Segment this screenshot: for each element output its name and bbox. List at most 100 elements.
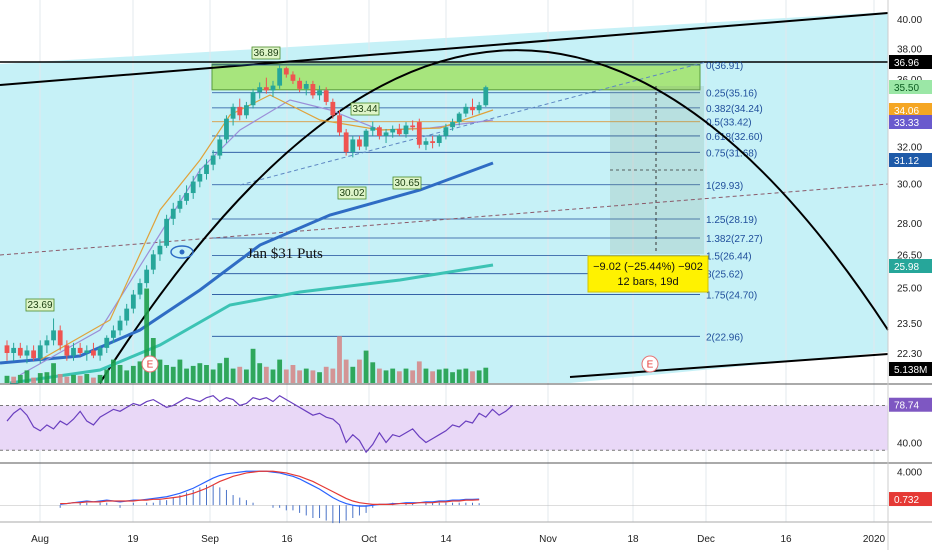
volume-bar [323,366,329,383]
x-tick: 16 [780,534,792,545]
start-low-label: 23.69 [27,300,52,311]
volume-bar [184,368,189,383]
candle-body [224,118,229,140]
volume-bar [104,369,110,383]
volume-bar [377,368,382,383]
volume-bar [197,363,203,383]
volume-bar [277,359,283,383]
volume-bar [410,370,416,383]
candle-body [130,294,136,309]
volume-bar [263,366,269,383]
candle-body [217,139,223,156]
x-tick: 19 [127,534,139,545]
price-tick: 23.50 [897,319,922,330]
candle-body [104,337,110,348]
volume-bar [164,365,169,383]
price-tick: 25.00 [897,284,922,295]
volume-bar [310,370,316,383]
x-tick: 2020 [863,534,886,545]
candle-body [170,208,176,219]
volume-bar [217,363,223,383]
eye-icon-pupil [179,249,185,255]
volume-bar [250,348,256,383]
price-badge-label: 35.50 [894,83,919,94]
candle-body [137,283,143,295]
volume-bar [71,374,76,383]
candle-body [84,350,90,353]
candle-body [436,135,442,143]
volume-bar [350,366,356,383]
candle-body [277,68,283,86]
rsi-band [0,405,888,451]
volume-bar [270,369,276,383]
volume-bar [390,368,396,383]
volume-bar [44,372,50,383]
candle-body [244,105,249,116]
volume-bar [470,371,475,383]
candle-body [150,254,156,270]
candle-body [64,345,70,356]
candle-body [423,141,429,145]
volume-bar [124,370,130,383]
text-note: Jan $31 Puts [247,246,323,262]
volume-bar [456,369,462,383]
low1-label: 30.02 [339,188,364,199]
rsi-tick: 40.00 [897,439,922,450]
candle-body [416,122,422,145]
candle-body [443,127,449,136]
price-tick: 40.00 [897,15,922,26]
fib-label: 0(36.91) [706,61,743,72]
candle-body [343,132,349,152]
volume-bar [17,374,23,383]
volume-bar [423,368,429,383]
volume-bar [317,372,322,383]
x-tick: 16 [281,534,293,545]
candle-body [91,350,96,356]
candle-body [4,345,10,353]
high-label: 36.89 [253,48,278,59]
candle-body [350,139,356,152]
candle-body [77,347,83,353]
candle-body [470,106,475,111]
fib-label: 0.25(35.16) [706,89,757,100]
volume-bar [11,376,17,383]
measure-text-2: 12 bars, 19d [617,276,678,288]
volume-bar [37,373,43,383]
candle-body [483,87,489,106]
candle-body [237,106,243,116]
candle-body [370,127,376,131]
volume-bar [330,368,336,383]
volume-bar [257,363,263,383]
earnings-label: E [647,360,654,371]
volume-bar [224,357,229,383]
price-tick: 30.00 [897,179,922,190]
volume-bar [290,365,296,383]
candle-body [117,320,123,331]
volume-bar [170,366,176,383]
volume-bar [483,367,489,383]
fib-label: 1.382(27.27) [706,234,763,245]
candle-body [164,218,169,246]
fib-label: 1.75(24.70) [706,291,757,302]
x-tick: Dec [697,534,715,545]
chart-canvas[interactable]: 0(36.91)0.25(35.16)0.382(34.24)0.5(33.42… [0,0,932,550]
candle-body [450,122,455,128]
candle-body [463,106,469,114]
candle-body [357,139,362,147]
candle-body [97,347,103,356]
candle-body [383,132,389,136]
candle-body [210,155,216,165]
candle-body [476,105,482,111]
candle-body [403,125,409,135]
x-tick: Aug [31,534,49,545]
volume-bar [31,377,36,383]
volume-bar [416,361,422,383]
candle-body [317,90,322,96]
volume-bar [283,369,289,383]
candle-body [157,245,163,255]
candle-body [297,80,302,89]
volume-bar [337,336,342,383]
fib-shade-box [211,63,701,91]
macd-badge-label: 0.732 [894,495,919,506]
midhigh-label: 33.44 [352,104,377,115]
